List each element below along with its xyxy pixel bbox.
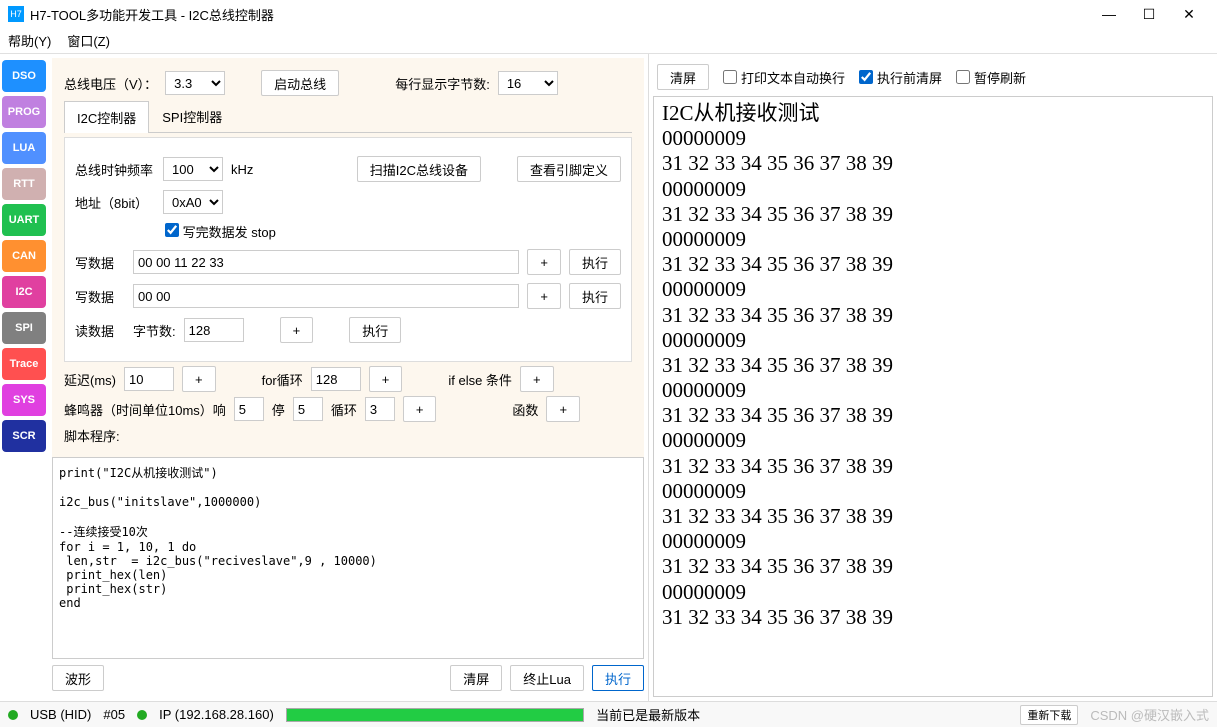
beep-stop-label: 停 [272, 400, 285, 419]
sidebar-tool-lua[interactable]: LUA [2, 132, 46, 164]
right-panel: 清屏 打印文本自动换行 执行前清屏 暂停刷新 I2C从机接收测试 0000000… [648, 54, 1217, 701]
script-textarea[interactable] [52, 457, 644, 659]
sidebar-tool-rtt[interactable]: RTT [2, 168, 46, 200]
auto-wrap-label[interactable]: 打印文本自动换行 [723, 68, 845, 87]
beep-label: 蜂鸣器（时间单位10ms）响 [64, 400, 226, 419]
start-bus-button[interactable]: 启动总线 [261, 70, 339, 96]
write1-plus-button[interactable]: + [527, 249, 561, 275]
tab-spi[interactable]: SPI控制器 [149, 100, 235, 132]
auto-wrap-checkbox[interactable] [723, 70, 737, 84]
device-number: #05 [103, 707, 125, 722]
clock-label: 总线时钟频率 [75, 160, 155, 179]
bus-voltage-label: 总线电压（V）： [64, 74, 157, 93]
script-label: 脚本程序: [64, 426, 120, 445]
delay-label: 延迟(ms) [64, 370, 116, 389]
line-bytes-label: 每行显示字节数: [395, 74, 490, 93]
menu-window[interactable]: 窗口(Z) [67, 31, 110, 50]
bus-voltage-select[interactable]: 3.3 [165, 71, 225, 95]
addr-select[interactable]: 0xA0 [163, 190, 223, 214]
pause-checkbox[interactable] [956, 70, 970, 84]
delay-input[interactable] [124, 367, 174, 391]
exec-script-button[interactable]: 执行 [592, 665, 644, 691]
titlebar: H7 H7-TOOL多功能开发工具 - I2C总线控制器 — ☐ ✕ [0, 0, 1217, 28]
write-stop-checkbox[interactable] [165, 223, 179, 237]
write2-label: 写数据 [75, 287, 125, 306]
line-bytes-select[interactable]: 16 [498, 71, 558, 95]
clear-before-label[interactable]: 执行前清屏 [859, 68, 942, 87]
clear-script-button[interactable]: 清屏 [450, 665, 502, 691]
beep-on-input[interactable] [234, 397, 264, 421]
sidebar-tool-dso[interactable]: DSO [2, 60, 46, 92]
write1-exec-button[interactable]: 执行 [569, 249, 621, 275]
for-input[interactable] [311, 367, 361, 391]
clear-before-checkbox[interactable] [859, 70, 873, 84]
maximize-button[interactable]: ☐ [1129, 6, 1169, 23]
if-plus-button[interactable]: + [520, 366, 554, 392]
sidebar-tool-sys[interactable]: SYS [2, 384, 46, 416]
minimize-button[interactable]: — [1089, 6, 1129, 22]
ip-status-text: IP (192.168.28.160) [159, 707, 274, 722]
close-button[interactable]: ✕ [1169, 6, 1209, 23]
read-plus-button[interactable]: + [280, 317, 314, 343]
scan-i2c-button[interactable]: 扫描I2C总线设备 [357, 156, 481, 182]
beep-loop-input[interactable] [365, 397, 395, 421]
sidebar-tool-i2c[interactable]: I2C [2, 276, 46, 308]
clock-unit: kHz [231, 162, 253, 177]
statusbar: USB (HID) #05 IP (192.168.28.160) 当前已是最新… [0, 701, 1217, 727]
pause-label[interactable]: 暂停刷新 [956, 68, 1026, 87]
write1-label: 写数据 [75, 253, 125, 272]
tabs: I2C控制器 SPI控制器 [64, 100, 632, 133]
read-exec-button[interactable]: 执行 [349, 317, 401, 343]
for-label: for循环 [262, 370, 303, 389]
redownload-button[interactable]: 重新下载 [1020, 705, 1078, 725]
write2-plus-button[interactable]: + [527, 283, 561, 309]
wave-button[interactable]: 波形 [52, 665, 104, 691]
usb-status-text: USB (HID) [30, 707, 91, 722]
write1-input[interactable] [133, 250, 519, 274]
tab-i2c[interactable]: I2C控制器 [64, 101, 149, 133]
sidebar-tool-can[interactable]: CAN [2, 240, 46, 272]
ip-status-icon [137, 710, 147, 720]
i2c-controls: 总线时钟频率 100 kHz 扫描I2C总线设备 查看引脚定义 地址（8bit）… [64, 137, 632, 362]
write-stop-checkbox-label[interactable]: 写完数据发 stop [165, 222, 276, 241]
sidebar-tool-trace[interactable]: Trace [2, 348, 46, 380]
clock-select[interactable]: 100 [163, 157, 223, 181]
clear-output-button[interactable]: 清屏 [657, 64, 709, 90]
left-panel: 总线电压（V）： 3.3 启动总线 每行显示字节数: 16 I2C控制器 SPI… [48, 54, 648, 701]
watermark-text: CSDN @硬汉嵌入式 [1090, 705, 1209, 724]
app-icon: H7 [8, 6, 24, 22]
delay-plus-button[interactable]: + [182, 366, 216, 392]
sidebar-tool-uart[interactable]: UART [2, 204, 46, 236]
progress-bar [286, 708, 584, 722]
func-label: 函数 [512, 400, 538, 419]
usb-status-icon [8, 710, 18, 720]
sidebar-tool-prog[interactable]: PROG [2, 96, 46, 128]
read-label: 读数据 [75, 321, 125, 340]
window-title: H7-TOOL多功能开发工具 - I2C总线控制器 [30, 5, 1089, 24]
beep-plus-button[interactable]: + [403, 396, 437, 422]
menu-help[interactable]: 帮助(Y) [8, 31, 51, 50]
menubar: 帮助(Y) 窗口(Z) [0, 28, 1217, 54]
pin-def-button[interactable]: 查看引脚定义 [517, 156, 621, 182]
write2-exec-button[interactable]: 执行 [569, 283, 621, 309]
sidebar-tool-scr[interactable]: SCR [2, 420, 46, 452]
read-bytes-input[interactable] [184, 318, 244, 342]
sidebar: DSO PROG LUA RTT UART CAN I2C SPI Trace SYS SCR [0, 54, 48, 701]
write2-input[interactable] [133, 284, 519, 308]
beep-stop-input[interactable] [293, 397, 323, 421]
stop-lua-button[interactable]: 终止Lua [510, 665, 584, 691]
sidebar-tool-spi[interactable]: SPI [2, 312, 46, 344]
version-status: 当前已是最新版本 [596, 705, 700, 724]
read-bytes-label: 字节数: [133, 321, 176, 340]
for-plus-button[interactable]: + [369, 366, 403, 392]
beep-loop-label: 循环 [331, 400, 357, 419]
output-area[interactable]: I2C从机接收测试 00000009 31 32 33 34 35 36 37 … [653, 96, 1213, 697]
addr-label: 地址（8bit） [75, 193, 155, 212]
func-plus-button[interactable]: + [546, 396, 580, 422]
if-label: if else 条件 [448, 370, 512, 389]
